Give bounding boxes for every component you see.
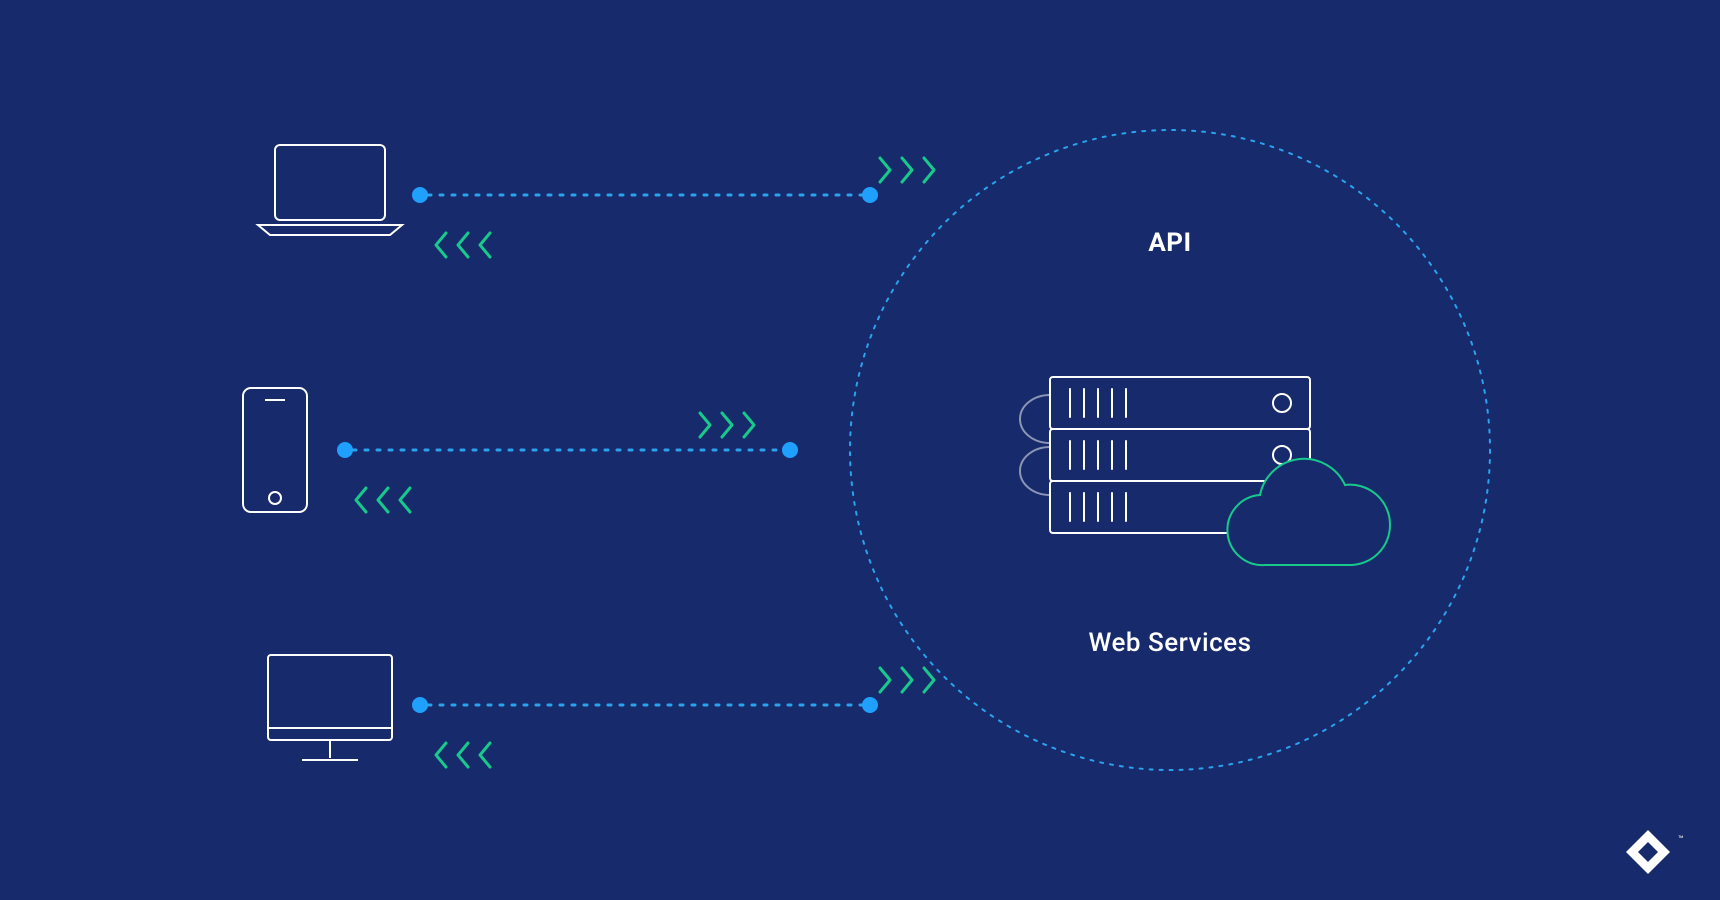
api-circle — [850, 130, 1490, 770]
api-title: API — [1148, 228, 1191, 258]
arrows-right-icon — [700, 413, 754, 437]
row-laptop — [258, 145, 934, 257]
laptop-icon — [258, 145, 402, 235]
arrows-right-icon — [880, 668, 934, 692]
arrows-left-icon — [356, 488, 410, 512]
row-desktop — [268, 655, 934, 767]
web-services-title: Web Services — [1089, 628, 1252, 658]
desktop-icon — [268, 655, 392, 760]
cloud-icon — [1227, 459, 1390, 565]
arrows-left-icon — [436, 743, 490, 767]
phone-icon — [243, 388, 307, 512]
diagram-canvas: ™ — [0, 0, 1720, 900]
server-icon — [1020, 377, 1390, 565]
arrows-right-icon — [880, 158, 934, 182]
svg-text:™: ™ — [1678, 835, 1684, 845]
toptal-logo-icon: ™ — [1626, 830, 1684, 874]
row-phone — [243, 388, 798, 512]
arrows-left-icon — [436, 233, 490, 257]
